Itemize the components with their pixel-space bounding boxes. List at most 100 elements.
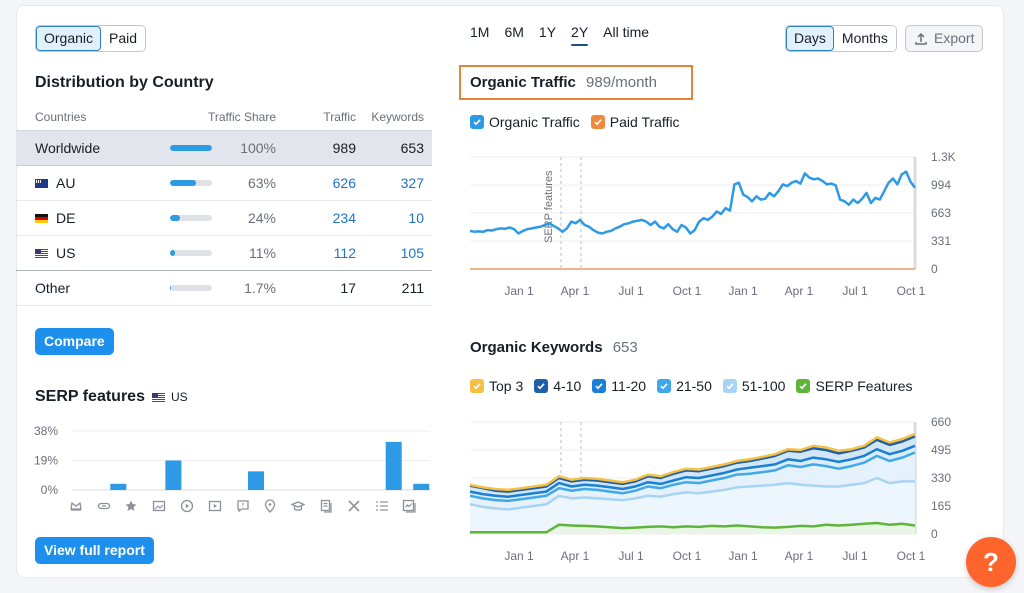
traffic-share-value: 11% — [249, 245, 276, 261]
serp-bar-sitelinks[interactable] — [110, 483, 127, 490]
table-row[interactable]: Other 1.7% 17 211 — [16, 271, 432, 306]
legend-item[interactable]: Organic Traffic — [470, 114, 580, 130]
faq-icon[interactable] — [229, 499, 257, 513]
checkbox-checked-icon[interactable] — [590, 115, 605, 129]
country-name: Other — [35, 280, 71, 296]
y-tick-label: 994 — [931, 178, 951, 192]
traffic-value[interactable]: 626 — [276, 175, 356, 191]
legend-item[interactable]: 21-50 — [657, 378, 712, 394]
video-square-icon[interactable] — [201, 499, 229, 513]
serp-features-title: SERP features — [35, 388, 145, 405]
image-icon[interactable] — [145, 499, 173, 513]
toggle-days[interactable]: Days — [786, 26, 834, 51]
legend-item[interactable]: 11-20 — [592, 378, 646, 394]
traffic-share-bar — [170, 180, 212, 186]
checkbox-checked-icon[interactable] — [534, 379, 549, 393]
education-icon[interactable] — [284, 499, 312, 513]
x-tick-label: Jan 1 — [728, 549, 758, 563]
legend-item[interactable]: SERP Features — [796, 378, 912, 394]
view-full-report-button[interactable]: View full report — [35, 537, 154, 564]
compare-button[interactable]: Compare — [35, 328, 114, 355]
serp-bar-image-pack[interactable] — [413, 483, 430, 490]
keywords-legend: Top 3 4-10 11-20 21-50 51-100 SERP Features — [470, 378, 923, 394]
y-tick-label: 663 — [931, 206, 951, 220]
x-tick-label: Oct 1 — [897, 284, 926, 298]
legend-item[interactable]: 51-100 — [722, 378, 785, 394]
legend-label: Top 3 — [489, 378, 524, 394]
location-icon[interactable] — [257, 499, 285, 513]
traffic-share-fill — [170, 285, 171, 291]
checkbox-checked-icon[interactable] — [657, 379, 672, 393]
table-row[interactable]: US 11% 112 105 — [16, 236, 432, 271]
de-flag-icon — [35, 213, 48, 223]
country-cell: AU — [16, 175, 166, 191]
traffic-share-bar — [170, 285, 212, 291]
range-1y[interactable]: 1Y — [539, 24, 556, 46]
table-header: Countries Traffic Share Traffic Keywords — [16, 103, 432, 131]
serp-feature-icons — [62, 499, 423, 513]
col-traffic: Traffic — [323, 109, 356, 124]
keywords-value: 211 — [401, 280, 424, 296]
y-tick-label: 165 — [931, 499, 951, 513]
range-all-time[interactable]: All time — [603, 24, 649, 46]
link-icon[interactable] — [90, 499, 118, 513]
y-tick-label: 19% — [34, 454, 58, 468]
serp-bar-list[interactable] — [385, 441, 402, 490]
traffic-share-fill — [170, 180, 197, 186]
keywords-value[interactable]: 327 — [356, 175, 432, 191]
image-check-icon[interactable] — [396, 499, 424, 513]
legend-item[interactable]: Top 3 — [470, 378, 523, 394]
serp-country[interactable]: US — [152, 390, 188, 404]
list-icon[interactable] — [368, 499, 396, 513]
keywords-value: 653 — [400, 140, 424, 156]
legend-label: Paid Traffic — [609, 114, 680, 130]
col-traffic-share: Traffic Share — [207, 109, 276, 124]
toggle-paid[interactable]: Paid — [101, 26, 146, 51]
country-name: Worldwide — [35, 140, 101, 156]
time-range-tabs: 1M 6M 1Y 2Y All time — [470, 24, 664, 46]
country-table: Countries Traffic Share Traffic Keywords… — [16, 103, 432, 306]
traffic-value: 989 — [332, 140, 356, 156]
traffic-share-fill — [170, 145, 212, 151]
article-icon[interactable] — [312, 499, 340, 513]
serp-bar-people-also-ask[interactable] — [248, 471, 264, 490]
checkbox-checked-icon[interactable] — [470, 115, 484, 129]
x-tick-label: Oct 1 — [673, 549, 702, 563]
serp-bar-image[interactable] — [165, 460, 182, 491]
x-icon[interactable] — [340, 499, 368, 513]
toggle-months[interactable]: Months — [833, 26, 896, 51]
traffic-share-value: 1.7% — [244, 280, 276, 296]
keywords-value[interactable]: 105 — [356, 245, 432, 261]
traffic-value[interactable]: 234 — [276, 210, 356, 226]
legend-label: SERP Features — [815, 378, 913, 394]
range-1m[interactable]: 1M — [470, 24, 489, 46]
table-row[interactable]: Worldwide 100% 989 653 — [16, 131, 432, 166]
y-tick-label: 330 — [931, 471, 951, 485]
checkbox-checked-icon[interactable] — [796, 379, 811, 393]
table-row[interactable]: DE 24% 234 10 — [16, 201, 432, 236]
video-circle-icon[interactable] — [173, 499, 201, 513]
table-row[interactable]: AU 63% 626 327 — [16, 166, 432, 201]
toggle-organic[interactable]: Organic — [36, 26, 102, 51]
keywords-value[interactable]: 10 — [356, 210, 432, 226]
distribution-title: Distribution by Country — [35, 74, 214, 91]
col-keywords: Keywords — [371, 109, 424, 124]
legend-item[interactable]: 4-10 — [534, 378, 581, 394]
legend-item[interactable]: Paid Traffic — [590, 114, 680, 130]
checkbox-checked-icon[interactable] — [592, 379, 607, 393]
series-organic-traffic — [469, 170, 917, 235]
star-icon[interactable] — [118, 499, 146, 513]
checkbox-checked-icon[interactable] — [470, 379, 484, 393]
range-2y[interactable]: 2Y — [571, 24, 589, 46]
export-button[interactable]: Export — [905, 25, 984, 52]
y-tick-label: 0 — [931, 262, 938, 276]
range-6m[interactable]: 6M — [504, 24, 523, 46]
crown-icon[interactable] — [62, 499, 90, 513]
x-tick-label: Apr 1 — [785, 549, 814, 563]
traffic-value[interactable]: 112 — [276, 245, 356, 261]
au-flag-icon — [35, 178, 48, 188]
traffic-chart-value: 989/month — [586, 74, 657, 91]
checkbox-checked-icon[interactable] — [722, 379, 737, 393]
share-bar-cell — [166, 250, 226, 256]
help-button[interactable]: ? — [966, 537, 1016, 587]
